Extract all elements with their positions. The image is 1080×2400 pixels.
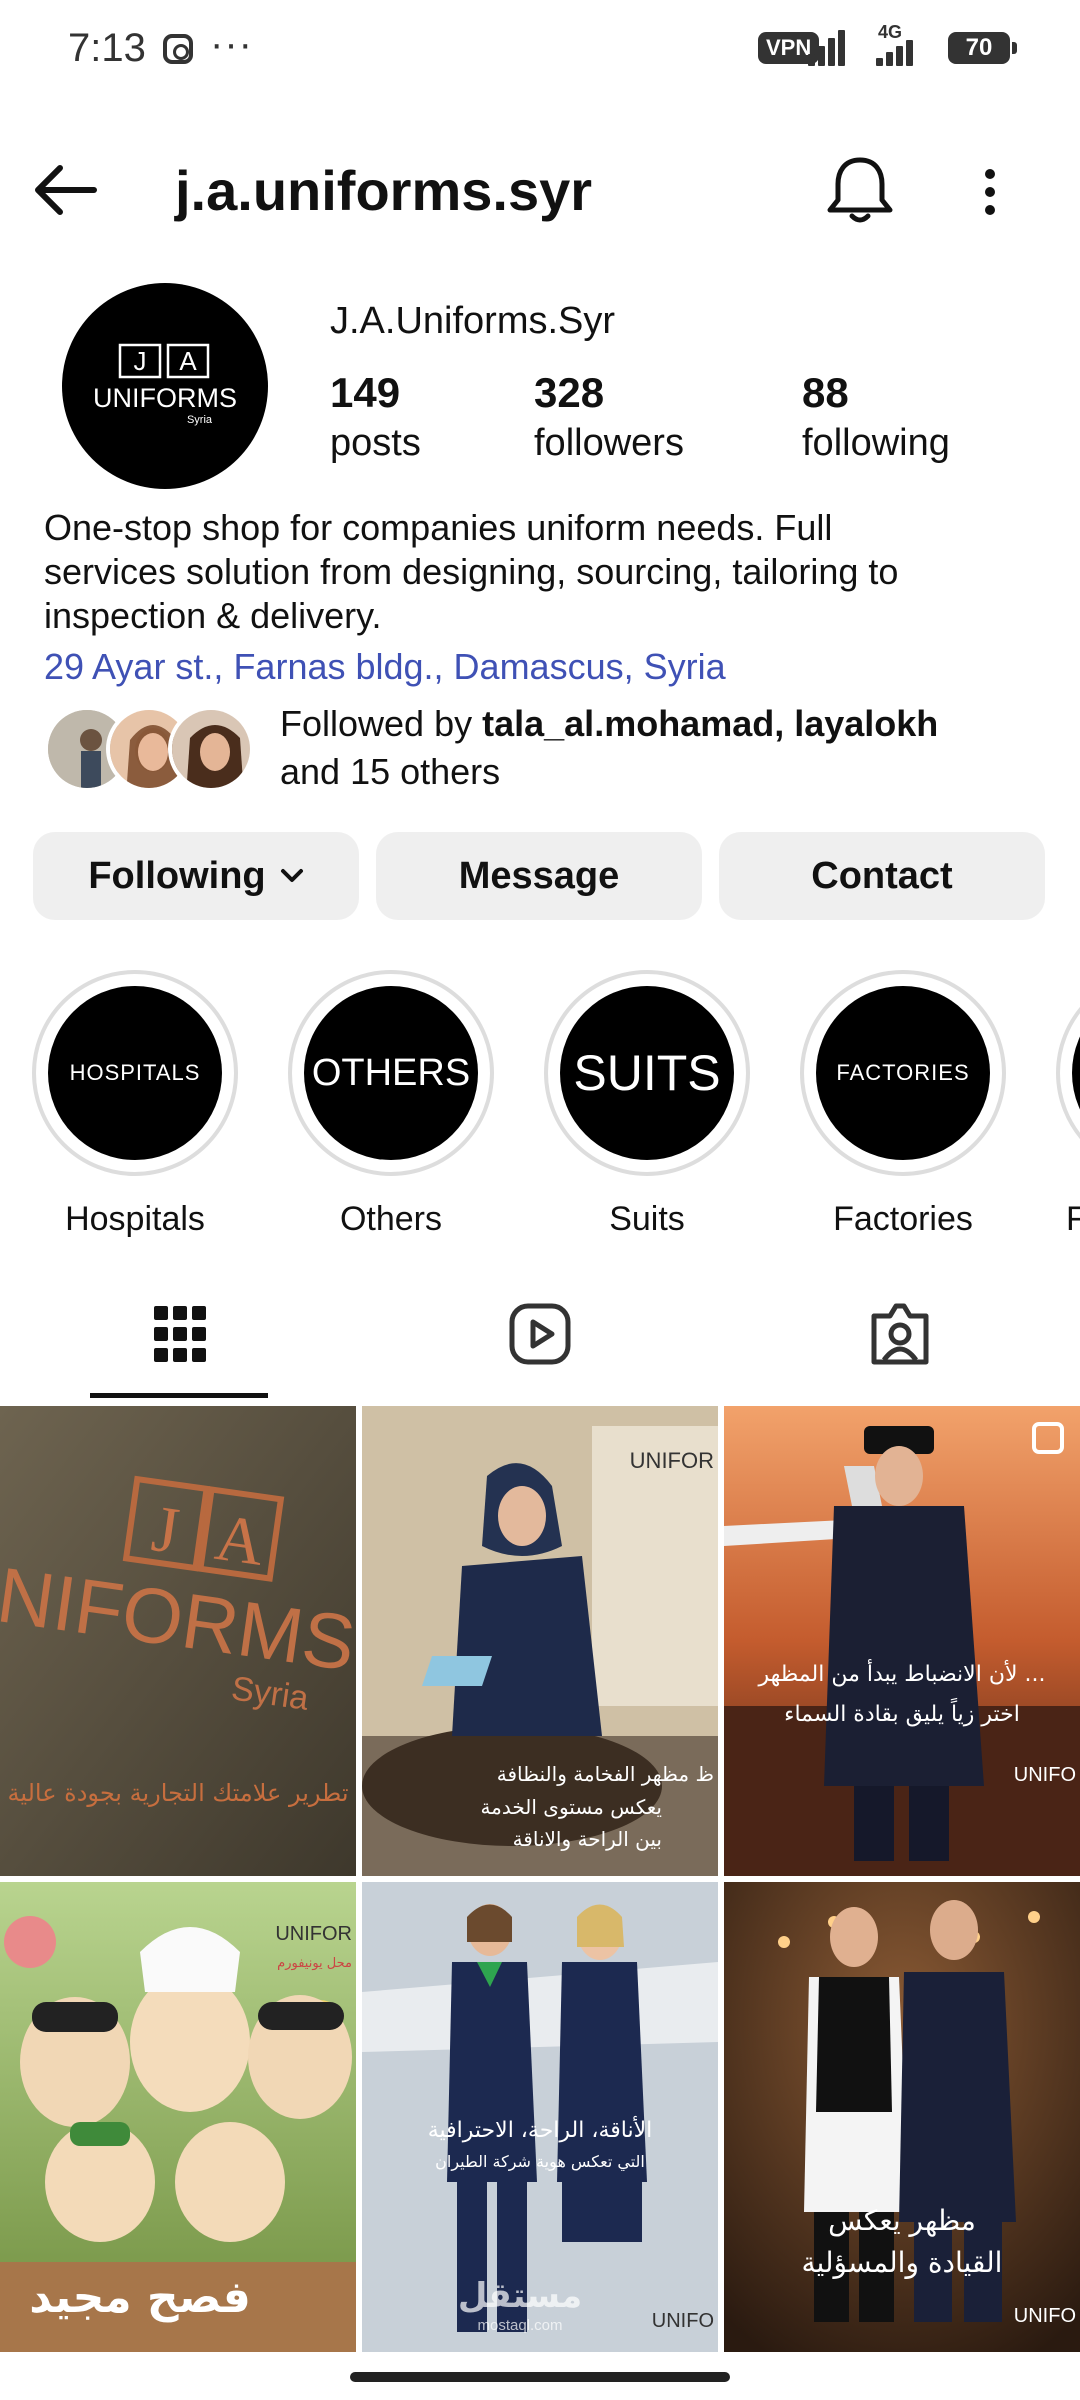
svg-text:Syria: Syria <box>187 414 213 426</box>
display-name: J.A.Uniforms.Syr <box>330 300 616 342</box>
more-options-button[interactable] <box>970 154 1010 230</box>
following-count: 88 <box>802 369 849 416</box>
posts-stat[interactable]: 149 posts <box>330 368 421 468</box>
address-link[interactable]: 29 Ayar st., Farnas bldg., Damascus, Syr… <box>44 646 726 688</box>
following-stat[interactable]: 88 following <box>802 368 950 468</box>
following-button[interactable]: Following <box>33 832 359 920</box>
reels-icon <box>509 1303 571 1365</box>
svg-text:J: J <box>134 346 147 376</box>
svg-text:بين الراحة والاناقة: بين الراحة والاناقة <box>513 1827 662 1851</box>
post-thumbnail[interactable]: لأن الانضباط يبدأ من المظهر ... اختر زيا… <box>724 1406 1080 1876</box>
svg-text:مستقل: مستقل <box>458 2276 582 2316</box>
post-thumbnail[interactable]: مظهر يعكس القيادة والمسؤلية UNIFO <box>724 1882 1080 2352</box>
post-thumbnail[interactable]: الأناقة، الراحة، الاحترافية التي تعكس هو… <box>362 1882 718 2352</box>
followers-stat[interactable]: 328 followers <box>534 368 684 468</box>
highlight-suits[interactable]: SUITS Suits <box>542 970 752 1239</box>
svg-text:UNIFOR: UNIFOR <box>275 1923 352 1945</box>
svg-text:A: A <box>179 346 197 376</box>
profile-avatar[interactable]: J A UNIFORMS Syria <box>62 283 268 489</box>
chevron-down-icon <box>280 869 303 882</box>
posts-label: posts <box>330 422 421 464</box>
svg-text:ظ مظهر الفخامة والنظافة: ظ مظهر الفخامة والنظافة <box>497 1762 714 1786</box>
post-thumbnail[interactable]: J A UNIFORMS Syria تطرير علامتك التجارية… <box>0 1406 356 1876</box>
svg-text:UNIFORMS: UNIFORMS <box>93 383 237 413</box>
followers-count: 328 <box>534 369 605 416</box>
post-thumbnail[interactable]: UNIFOR محل يونيفورم فصح مجيد <box>0 1882 356 2352</box>
notifications-button[interactable] <box>820 150 900 230</box>
grid-icon <box>154 1306 206 1362</box>
followers-label: followers <box>534 422 684 464</box>
highlight-others[interactable]: OTHERS Others <box>286 970 496 1239</box>
svg-text:mostaql.com: mostaql.com <box>477 2317 562 2334</box>
home-indicator[interactable] <box>350 2372 730 2382</box>
highlight-factories[interactable]: FACTORIES Factories <box>798 970 1008 1239</box>
status-time: 7:13 <box>68 26 146 70</box>
svg-text:لأن الانضباط يبدأ من المظهر ..: لأن الانضباط يبدأ من المظهر ... <box>757 1659 1045 1687</box>
highlight-partial[interactable]: F <box>1054 970 1080 1239</box>
following-label: following <box>802 422 950 464</box>
svg-text:UNIFO: UNIFO <box>1014 2305 1076 2327</box>
svg-text:تطرير علامتك التجارية بجودة عا: تطرير علامتك التجارية بجودة عالية <box>7 1779 348 1807</box>
more-vertical-icon <box>985 169 995 215</box>
contact-button[interactable]: Contact <box>719 832 1045 920</box>
svg-text:يعكس مستوى الخدمة: يعكس مستوى الخدمة <box>480 1795 662 1819</box>
more-notifications-icon: ··· <box>210 22 253 66</box>
active-tab-indicator <box>90 1393 268 1398</box>
battery-icon: 70 <box>948 32 1017 64</box>
followed-by-avatars[interactable] <box>44 706 264 792</box>
bell-icon <box>827 157 893 223</box>
posts-count: 149 <box>330 369 401 416</box>
followed-by-text[interactable]: Followed by tala_al.mohamad, layalokh an… <box>280 700 938 796</box>
bio-line: services solution from designing, sourci… <box>44 551 899 592</box>
arrow-left-icon <box>35 165 97 215</box>
svg-text:الأناقة، الراحة، الاحترافية: الأناقة، الراحة، الاحترافية <box>428 2116 653 2143</box>
svg-text:UNIFOR: UNIFOR <box>630 1448 714 1473</box>
bio-line: inspection & delivery. <box>44 595 382 636</box>
signal-icon-2 <box>876 40 918 66</box>
svg-text:مظهر يعكس: مظهر يعكس <box>828 2204 976 2237</box>
tab-posts[interactable] <box>0 1280 360 1400</box>
svg-text:التي تعكس هوية شركة الطيران: التي تعكس هوية شركة الطيران <box>435 2152 645 2172</box>
svg-text:محل يونيفورم: محل يونيفورم <box>277 1956 352 1971</box>
tab-tagged[interactable] <box>720 1280 1080 1400</box>
profile-bio: One-stop shop for companies uniform need… <box>44 506 1044 638</box>
svg-text:UNIFO: UNIFO <box>1014 1764 1076 1786</box>
post-thumbnail[interactable]: UNIFOR ظ مظهر الفخامة والنظافة يعكس مستو… <box>362 1406 718 1876</box>
profile-tabs <box>0 1280 1080 1400</box>
svg-text:اختر زياً يليق بقادة السماء: اختر زياً يليق بقادة السماء <box>784 1697 1020 1727</box>
followed-by-suffix: and 15 others <box>280 751 501 792</box>
signal-icon <box>808 30 850 66</box>
status-bar: 7:13 ··· VPN 4G 70 <box>0 0 1080 100</box>
back-button[interactable] <box>30 160 100 220</box>
profile-header: j.a.uniforms.syr <box>0 140 1080 240</box>
highlight-hospitals[interactable]: HOSPITALS Hospitals <box>30 970 240 1239</box>
svg-text:القيادة والمسؤلية: القيادة والمسؤلية <box>802 2246 1003 2279</box>
svg-text:فصح مجيد: فصح مجيد <box>29 2272 251 2323</box>
followed-by-names: tala_al.mohamad, layalokh <box>482 703 939 744</box>
svg-text:UNIFO: UNIFO <box>652 2310 714 2332</box>
avatar <box>168 706 254 792</box>
instagram-notification-icon <box>163 34 193 64</box>
message-button[interactable]: Message <box>376 832 702 920</box>
tagged-icon <box>871 1303 929 1365</box>
tab-reels[interactable] <box>360 1280 720 1400</box>
page-title: j.a.uniforms.syr <box>175 159 593 222</box>
bio-line: One-stop shop for companies uniform need… <box>44 507 833 548</box>
brand-logo: J A UNIFORMS Syria <box>93 343 237 426</box>
